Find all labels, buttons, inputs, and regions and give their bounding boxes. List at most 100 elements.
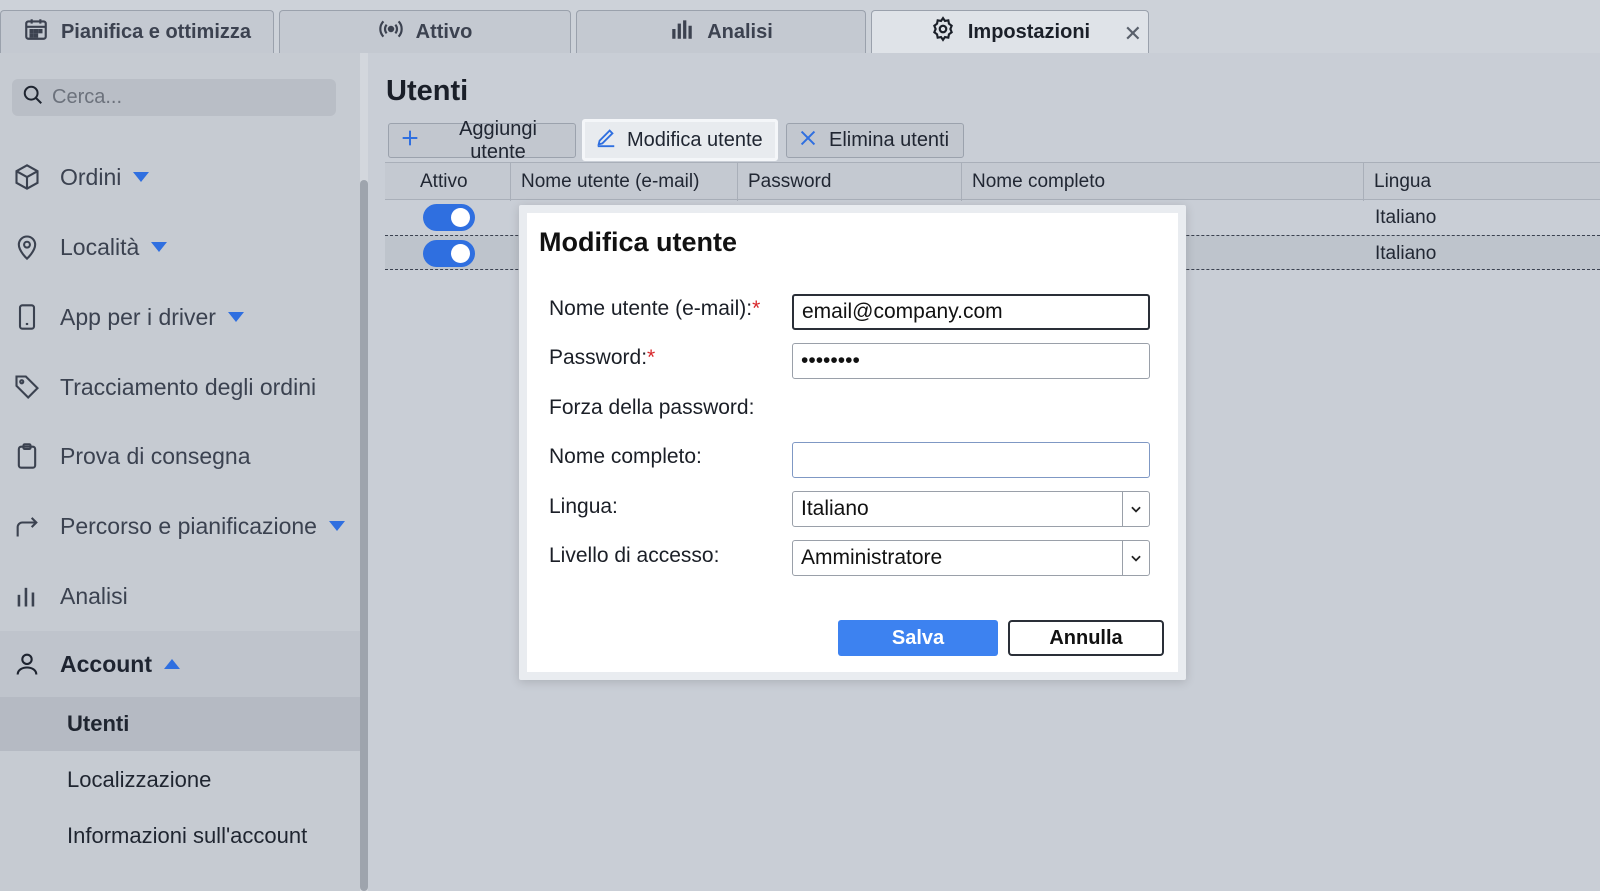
sidebar: Ordini Località App per i driver Traccia… (0, 53, 368, 891)
pencil-icon (595, 126, 617, 154)
column-header-attivo[interactable]: Attivo (385, 163, 510, 201)
column-header-label: Lingua (1374, 171, 1432, 192)
dialog-title: Modifica utente (539, 227, 738, 257)
username-label-text: Nome utente (e-mail): (549, 297, 753, 320)
search-box (12, 79, 336, 116)
cancel-button[interactable]: Annulla (1008, 620, 1164, 656)
edit-user-button[interactable]: Modifica utente (582, 119, 778, 161)
users-table-header: Attivo Nome utente (e-mail) Password Nom… (385, 162, 1600, 201)
chevron-down-icon[interactable] (328, 521, 345, 531)
username-label: Nome utente (e-mail):* (549, 297, 760, 321)
chevron-up-icon[interactable] (164, 659, 180, 669)
tab-label: Impostazioni (967, 20, 1091, 43)
password-label: Password:* (549, 346, 655, 370)
sidebar-subitem-label: Informazioni sull'account (67, 823, 308, 848)
delete-users-button[interactable]: Elimina utenti (786, 123, 964, 158)
edit-user-dialog: Modifica utente Nome utente (e-mail):* P… (519, 205, 1186, 680)
tag-icon (12, 372, 42, 402)
sidebar-item-label: App per i driver (60, 303, 216, 330)
tab-attivo[interactable]: Attivo (279, 10, 571, 53)
plus-icon (399, 127, 421, 155)
tab-label: Analisi (707, 20, 773, 43)
column-header-fullname[interactable]: Nome completo (961, 163, 1363, 201)
route-arrow-icon (12, 511, 42, 541)
delete-users-label: Elimina utenti (829, 129, 950, 151)
sidebar-item-label: Ordini (60, 163, 122, 190)
language-label: Lingua: (549, 495, 618, 518)
toggle-knob (451, 244, 470, 263)
sidebar-subitem-label: Localizzazione (67, 767, 212, 792)
chevron-down-icon[interactable] (1122, 492, 1149, 526)
sidebar-item-label: Tracciamento degli ordini (60, 373, 317, 400)
column-header-username[interactable]: Nome utente (e-mail) (510, 163, 737, 201)
sidebar-item-analisi[interactable]: Analisi (0, 568, 368, 624)
tab-analisi[interactable]: Analisi (576, 10, 866, 53)
page-title: Utenti (386, 75, 469, 107)
column-header-password[interactable]: Password (737, 163, 961, 201)
sidebar-item-account[interactable]: Account (0, 631, 368, 697)
tab-label: Attivo (415, 20, 473, 43)
chevron-down-icon[interactable] (133, 172, 150, 182)
password-label-text: Password: (549, 346, 648, 369)
chevron-down-icon[interactable] (1122, 541, 1149, 575)
fullname-field[interactable] (792, 442, 1150, 478)
sidebar-scrollbar[interactable] (360, 180, 368, 891)
language-select[interactable]: Italiano (792, 491, 1150, 527)
search-icon (22, 84, 44, 111)
bar-chart-icon (12, 581, 42, 611)
calendar-icon (23, 16, 49, 48)
box-icon (12, 162, 42, 192)
toggle-knob (451, 208, 470, 227)
sidebar-item-label: Account (60, 650, 152, 677)
column-header-label: Attivo (420, 171, 468, 192)
sidebar-item-percorso[interactable]: Percorso e pianificazione (0, 498, 368, 554)
tab-impostazioni[interactable]: Impostazioni ✕ (871, 10, 1149, 53)
access-level-select-value: Amministratore (801, 546, 943, 569)
user-icon (12, 649, 42, 679)
active-toggle[interactable] (423, 204, 475, 231)
sidebar-subitem-utenti[interactable]: Utenti (0, 697, 360, 751)
phone-icon (12, 302, 42, 332)
gear-icon (930, 16, 956, 48)
sidebar-item-ordini[interactable]: Ordini (0, 149, 368, 205)
close-icon (797, 127, 819, 155)
fullname-label: Nome completo: (549, 445, 702, 468)
close-tab-icon[interactable]: ✕ (1124, 21, 1142, 47)
sidebar-subitem-label: Utenti (67, 711, 130, 736)
chevron-down-icon[interactable] (227, 312, 244, 322)
bar-chart-icon (669, 16, 695, 48)
cell-language: Italiano (1375, 207, 1437, 228)
active-toggle[interactable] (423, 240, 475, 267)
sidebar-item-label: Percorso e pianificazione (60, 512, 317, 539)
column-header-label: Password (748, 171, 832, 192)
access-level-select[interactable]: Amministratore (792, 540, 1150, 576)
tab-label: Pianifica e ottimizza (60, 20, 252, 43)
broadcast-icon (378, 16, 404, 48)
add-user-label: Aggiungi utente (459, 117, 537, 163)
cell-language: Italiano (1375, 243, 1437, 264)
add-user-button[interactable]: Aggiungi utente (388, 118, 576, 163)
edit-user-label: Modifica utente (627, 128, 763, 151)
language-select-value: Italiano (801, 497, 869, 520)
search-input[interactable] (52, 86, 322, 109)
column-header-label: Nome utente (e-mail) (521, 171, 700, 192)
sidebar-item-label: Analisi (60, 582, 128, 609)
username-field[interactable] (792, 294, 1150, 330)
sidebar-item-tracciamento[interactable]: Tracciamento degli ordini (0, 359, 368, 415)
sidebar-subitem-info-account[interactable]: Informazioni sull'account (0, 809, 360, 863)
sidebar-item-app-driver[interactable]: App per i driver (0, 289, 368, 345)
tab-pianifica[interactable]: Pianifica e ottimizza (0, 10, 274, 53)
chevron-down-icon[interactable] (151, 242, 168, 252)
sidebar-item-prova-consegna[interactable]: Prova di consegna (0, 428, 368, 484)
sidebar-item-localita[interactable]: Località (0, 219, 368, 275)
required-mark: * (647, 346, 656, 369)
save-button[interactable]: Salva (838, 620, 998, 656)
required-mark: * (752, 297, 761, 320)
column-header-lingua[interactable]: Lingua (1363, 163, 1600, 201)
sidebar-item-label: Località (60, 233, 140, 260)
sidebar-item-label: Prova di consegna (60, 442, 251, 469)
top-tab-bar: Pianifica e ottimizza Attivo Analisi Imp… (0, 0, 1600, 53)
password-field[interactable] (792, 343, 1150, 379)
sidebar-subitem-localizzazione[interactable]: Localizzazione (0, 753, 360, 807)
map-pin-icon (12, 232, 42, 262)
